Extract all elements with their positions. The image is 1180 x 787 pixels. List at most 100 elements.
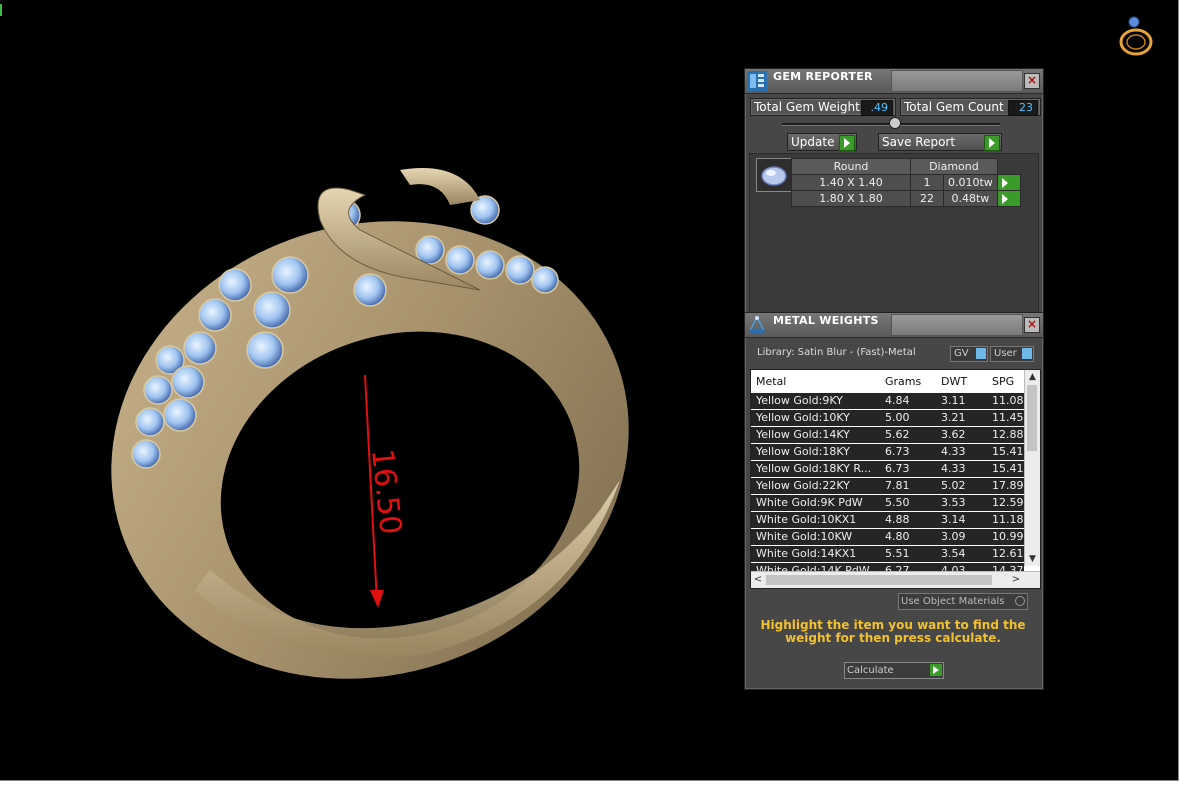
spg-cell: 12.61 — [992, 547, 1024, 560]
column-header-metal[interactable]: Metal — [756, 375, 786, 388]
gem-shape-header: Round — [791, 158, 911, 175]
dwt-cell: 3.62 — [941, 428, 966, 441]
ring-model[interactable]: 16.50 — [100, 150, 640, 690]
metal-rows: Yellow Gold:9KY 4.84 3.11 11.08 Yellow Gold:… — [751, 393, 1024, 580]
gem-row-select-arrow-icon[interactable] — [996, 190, 1022, 207]
gem-weight: 0.010tw — [943, 174, 998, 191]
total-gem-weight-value: .49 — [861, 100, 893, 116]
grams-cell: 5.51 — [885, 547, 910, 560]
gem-count: 1 — [910, 174, 944, 191]
gem-list-area: Round Diamond 1.40 X 1.40 1 0.010tw 1.80… — [749, 153, 1039, 315]
metal-weights-close-button[interactable]: × — [1024, 317, 1040, 333]
use-object-materials-label: Use Object Materials — [901, 596, 1005, 607]
gem-row-select-arrow-icon[interactable] — [996, 174, 1022, 191]
play-arrow-icon — [984, 135, 1000, 151]
toggle-indicator-icon — [976, 348, 986, 359]
column-header-spg[interactable]: SPG — [992, 375, 1014, 388]
dwt-cell: 3.21 — [941, 411, 966, 424]
table-row[interactable]: White Gold:9K PdW 5.50 3.53 12.59 — [751, 495, 1024, 512]
spg-cell: 10.99 — [992, 530, 1024, 543]
gem-row[interactable]: 1.40 X 1.40 1 0.010tw — [791, 174, 1022, 191]
dwt-cell: 3.54 — [941, 547, 966, 560]
gem-row[interactable]: 1.80 X 1.80 22 0.48tw — [791, 190, 1022, 207]
metal-name-cell: Yellow Gold:9KY — [756, 394, 843, 407]
table-row[interactable]: Yellow Gold:9KY 4.84 3.11 11.08 — [751, 393, 1024, 410]
grams-cell: 6.73 — [885, 462, 910, 475]
spg-cell: 15.41 — [992, 445, 1024, 458]
gem-reporter-panel: GEM REPORTER × Total Gem Weight .49 Tota… — [744, 68, 1044, 315]
metal-list[interactable]: Metal Grams DWT SPG Yellow Gold:9KY 4.84 3… — [750, 369, 1041, 589]
total-gem-weight-label: Total Gem Weight — [754, 100, 860, 114]
metal-weights-panel: METAL WEIGHTS × Library: Satin Blur - (F… — [744, 312, 1044, 690]
grams-cell: 7.81 — [885, 479, 910, 492]
dwt-cell: 3.14 — [941, 513, 966, 526]
metal-weights-title: METAL WEIGHTS — [773, 314, 879, 327]
metal-scale-icon — [748, 315, 766, 334]
table-row[interactable]: Yellow Gold:18KY 6.73 4.33 15.41 — [751, 444, 1024, 461]
gem-table: Round Diamond 1.40 X 1.40 1 0.010tw 1.80… — [791, 158, 1022, 207]
total-gem-count-field: Total Gem Count 23 — [900, 98, 1041, 116]
column-header-grams[interactable]: Grams — [885, 375, 921, 388]
scroll-thumb[interactable] — [1027, 385, 1037, 451]
grams-cell: 5.00 — [885, 411, 910, 424]
table-row[interactable]: White Gold:14KX1 5.51 3.54 12.61 — [751, 546, 1024, 563]
metal-list-header: Metal Grams DWT SPG — [751, 370, 1024, 392]
save-report-button[interactable]: Save Report — [878, 133, 1002, 151]
dwt-cell: 3.11 — [941, 394, 966, 407]
scroll-up-icon[interactable]: ▲ — [1025, 370, 1040, 384]
table-row[interactable]: White Gold:10KX1 4.88 3.14 11.18 — [751, 512, 1024, 529]
use-object-materials-toggle[interactable]: Use Object Materials — [898, 593, 1028, 610]
calculate-hint: Highlight the item you want to find the … — [760, 618, 1026, 645]
total-gem-count-label: Total Gem Count — [904, 100, 1004, 114]
titlebar-grip[interactable] — [891, 70, 1023, 92]
table-row[interactable]: Yellow Gold:22KY 7.81 5.02 17.89 — [751, 478, 1024, 495]
vertical-scrollbar[interactable]: ▲ ▼ — [1024, 370, 1040, 566]
metal-name-cell: White Gold:10KX1 — [756, 513, 857, 526]
grams-cell: 4.88 — [885, 513, 910, 526]
column-header-dwt[interactable]: DWT — [941, 375, 967, 388]
horizontal-scrollbar[interactable]: < > — [751, 571, 1040, 588]
titlebar-grip[interactable] — [891, 314, 1023, 336]
viewport-corner-marker — [0, 4, 2, 16]
spg-cell: 11.18 — [992, 513, 1024, 526]
dwt-cell: 4.33 — [941, 445, 966, 458]
table-row[interactable]: Yellow Gold:10KY 5.00 3.21 11.45 — [751, 410, 1024, 427]
spg-cell: 12.88 — [992, 428, 1024, 441]
metal-name-cell: Yellow Gold:18KY R... — [756, 462, 872, 475]
grams-cell: 4.84 — [885, 394, 910, 407]
metal-name-cell: Yellow Gold:22KY — [756, 479, 850, 492]
gem-reporter-close-button[interactable]: × — [1024, 73, 1040, 89]
gem-slider-knob[interactable] — [889, 117, 901, 129]
gem-weight: 0.48tw — [943, 190, 998, 207]
metal-weights-titlebar[interactable]: METAL WEIGHTS × — [745, 313, 1043, 338]
scroll-right-icon[interactable]: > — [1009, 572, 1023, 588]
calculate-button-label: Calculate — [847, 665, 894, 676]
table-row[interactable]: Yellow Gold:14KY 5.62 3.62 12.88 — [751, 427, 1024, 444]
header-spacer — [997, 159, 1021, 175]
gem-reporter-titlebar[interactable]: GEM REPORTER × — [745, 69, 1043, 94]
table-row[interactable]: Yellow Gold:18KY R... 6.73 4.33 15.41 — [751, 461, 1024, 478]
metal-name-cell: Yellow Gold:14KY — [756, 428, 850, 441]
dwt-cell: 4.33 — [941, 462, 966, 475]
total-gem-weight-field: Total Gem Weight .49 — [750, 98, 896, 116]
user-toggle[interactable]: User — [990, 346, 1034, 362]
spg-cell: 11.45 — [992, 411, 1024, 424]
play-arrow-icon — [839, 135, 855, 151]
calculate-button[interactable]: Calculate — [844, 662, 944, 679]
gv-toggle-label: GV — [954, 348, 969, 359]
spg-cell: 11.08 — [992, 394, 1024, 407]
gem-material-header: Diamond — [910, 158, 998, 175]
scroll-left-icon[interactable]: < — [751, 572, 765, 588]
save-report-button-label: Save Report — [882, 135, 956, 149]
update-button[interactable]: Update — [787, 133, 857, 151]
scroll-down-icon[interactable]: ▼ — [1025, 552, 1040, 566]
gv-toggle[interactable]: GV — [950, 346, 988, 362]
dwt-cell: 5.02 — [941, 479, 966, 492]
gem-count: 22 — [910, 190, 944, 207]
table-row[interactable]: White Gold:10KW 4.80 3.09 10.99 — [751, 529, 1024, 546]
grams-cell: 4.80 — [885, 530, 910, 543]
scroll-thumb-horizontal[interactable] — [766, 575, 992, 585]
round-gem-icon[interactable] — [756, 158, 792, 192]
play-arrow-icon — [930, 664, 942, 676]
metal-name-cell: Yellow Gold:18KY — [756, 445, 850, 458]
